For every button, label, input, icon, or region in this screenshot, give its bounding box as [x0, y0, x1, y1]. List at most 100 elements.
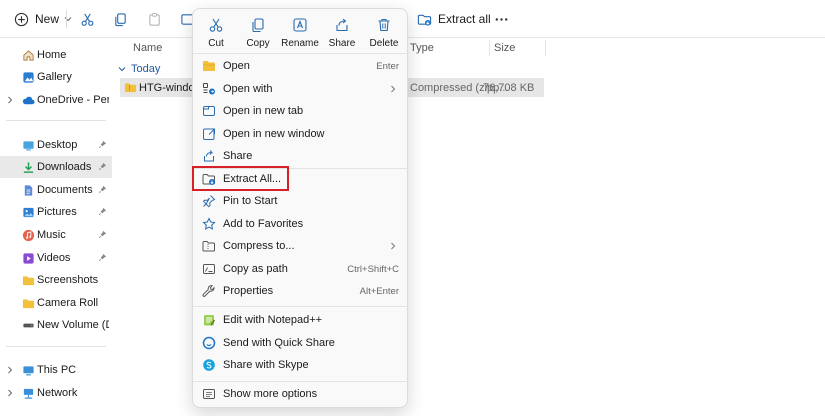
menu-divider	[193, 53, 409, 54]
new-button[interactable]: New	[12, 8, 72, 30]
menu-item-open-with[interactable]: Open with	[193, 78, 409, 100]
folder-icon	[22, 297, 35, 310]
cut-button[interactable]: Cut	[195, 15, 237, 53]
sidebar-item-videos[interactable]: Videos	[0, 247, 112, 269]
sidebar-label-gallery: Gallery	[37, 71, 72, 83]
drive-icon	[22, 319, 35, 332]
computer-icon	[22, 364, 35, 377]
menu-shortcut-copy-as-path: Ctrl+Shift+C	[347, 263, 399, 275]
new-tab-icon	[202, 104, 216, 118]
menu-item-edit-notepad[interactable]: Edit with Notepad++	[193, 309, 409, 331]
sidebar-item-documents[interactable]: Documents	[0, 179, 112, 201]
pin-icon	[98, 253, 107, 262]
menu-label-share: Share	[223, 150, 253, 162]
copy-toolbar-button[interactable]	[111, 8, 129, 30]
column-header-size[interactable]: Size	[494, 38, 515, 58]
chevron-right-icon	[6, 389, 14, 397]
group-header-today[interactable]: Today	[118, 62, 160, 76]
menu-item-pin-to-start[interactable]: Pin to Start	[193, 190, 409, 212]
more-options-button[interactable]	[492, 8, 510, 30]
context-menu: Cut Copy Rename Share Delete Open Enter …	[192, 8, 409, 408]
sidebar-divider	[6, 120, 106, 121]
document-icon	[22, 184, 35, 197]
column-header-type[interactable]: Type	[410, 38, 434, 58]
share-icon	[334, 17, 350, 33]
sidebar-item-home[interactable]: Home	[0, 44, 112, 66]
menu-label-open-new-tab: Open in new tab	[223, 105, 304, 117]
menu-label-properties: Properties	[223, 285, 274, 297]
menu-shortcut-open: Enter	[376, 60, 399, 72]
menu-item-copy-as-path[interactable]: Copy as path Ctrl+Shift+C	[193, 258, 409, 280]
menu-item-add-to-favorites[interactable]: Add to Favorites	[193, 213, 409, 235]
path-icon	[202, 262, 216, 276]
sidebar-item-network[interactable]: Network	[0, 382, 112, 404]
menu-label-share-skype: Share with Skype	[223, 359, 309, 371]
menu-item-open[interactable]: Open Enter	[193, 55, 409, 77]
star-icon	[202, 217, 216, 231]
scissors-icon	[208, 17, 224, 33]
sidebar-item-pictures[interactable]: Pictures	[0, 201, 112, 223]
chevron-down-icon	[118, 65, 126, 73]
video-icon	[22, 252, 35, 265]
file-explorer-window: New Extract all Home Gallery OneDrive - …	[0, 0, 825, 416]
quick-actions-bar: Cut Copy Rename Share Delete	[193, 9, 409, 55]
menu-item-share-skype[interactable]: Share with Skype	[193, 354, 409, 376]
column-header-name[interactable]: Name	[133, 38, 162, 58]
menu-shortcut-properties: Alt+Enter	[359, 285, 399, 297]
menu-item-quick-share[interactable]: Send with Quick Share	[193, 332, 409, 354]
notepad-plus-plus-icon	[202, 313, 216, 327]
sidebar-label-camera-roll: Camera Roll	[37, 297, 99, 309]
desktop-icon	[22, 139, 35, 152]
file-size: 76,708 KB	[483, 81, 535, 94]
wrench-icon	[202, 284, 216, 298]
column-separator[interactable]	[545, 40, 546, 56]
folder-icon	[22, 274, 35, 287]
sidebar-item-onedrive[interactable]: OneDrive - Persona	[0, 89, 112, 111]
download-icon	[22, 161, 35, 174]
share-label: Share	[328, 38, 356, 49]
sidebar-item-this-pc[interactable]: This PC	[0, 359, 112, 381]
rename-label: Rename	[281, 38, 319, 49]
menu-label-open-new-window: Open in new window	[223, 128, 325, 140]
column-separator[interactable]	[489, 40, 490, 56]
sidebar-item-camera-roll[interactable]: Camera Roll	[0, 292, 112, 314]
menu-item-open-new-window[interactable]: Open in new window	[193, 123, 409, 145]
plus-circle-icon	[12, 10, 30, 28]
quick-share-icon	[202, 336, 216, 350]
paste-toolbar-button[interactable]	[145, 8, 163, 30]
menu-label-open: Open	[223, 60, 250, 72]
copy-icon	[250, 17, 266, 33]
sidebar-item-screenshots[interactable]: Screenshots	[0, 269, 112, 291]
sidebar-label-screenshots: Screenshots	[37, 274, 99, 286]
sidebar-item-new-volume[interactable]: New Volume (D:)	[0, 314, 112, 336]
chevron-right-icon	[389, 85, 397, 93]
menu-label-open-with: Open with	[223, 83, 273, 95]
sidebar-item-music[interactable]: Music	[0, 224, 112, 246]
cloud-icon	[22, 94, 35, 107]
pin-icon	[98, 140, 107, 149]
sidebar-label-network: Network	[37, 387, 78, 399]
rename-button[interactable]: Rename	[279, 15, 321, 53]
sidebar-item-desktop[interactable]: Desktop	[0, 134, 112, 156]
menu-item-open-new-tab[interactable]: Open in new tab	[193, 100, 409, 122]
menu-item-share[interactable]: Share	[193, 145, 409, 167]
extract-all-label: Extract all	[438, 12, 491, 26]
pin-icon	[98, 185, 107, 194]
cut-toolbar-button[interactable]	[78, 8, 96, 30]
menu-item-compress-to[interactable]: Compress to...	[193, 235, 409, 257]
menu-item-properties[interactable]: Properties Alt+Enter	[193, 280, 409, 302]
menu-item-show-more-options[interactable]: Show more options	[193, 383, 409, 405]
copy-button[interactable]: Copy	[237, 15, 279, 53]
sidebar-item-gallery[interactable]: Gallery	[0, 66, 112, 88]
delete-button[interactable]: Delete	[363, 15, 405, 53]
menu-label-add-to-favorites: Add to Favorites	[223, 218, 304, 230]
menu-label-copy-as-path: Copy as path	[223, 263, 288, 275]
extract-all-highlight-box	[192, 166, 289, 191]
more-horizontal-icon	[492, 10, 510, 28]
share-button[interactable]: Share	[321, 15, 363, 53]
sidebar-item-downloads[interactable]: Downloads	[0, 156, 112, 178]
picture-icon	[22, 206, 35, 219]
menu-label-edit-notepad: Edit with Notepad++	[223, 314, 323, 326]
extract-all-toolbar-button[interactable]: Extract all	[415, 8, 491, 30]
cut-label: Cut	[208, 38, 224, 49]
